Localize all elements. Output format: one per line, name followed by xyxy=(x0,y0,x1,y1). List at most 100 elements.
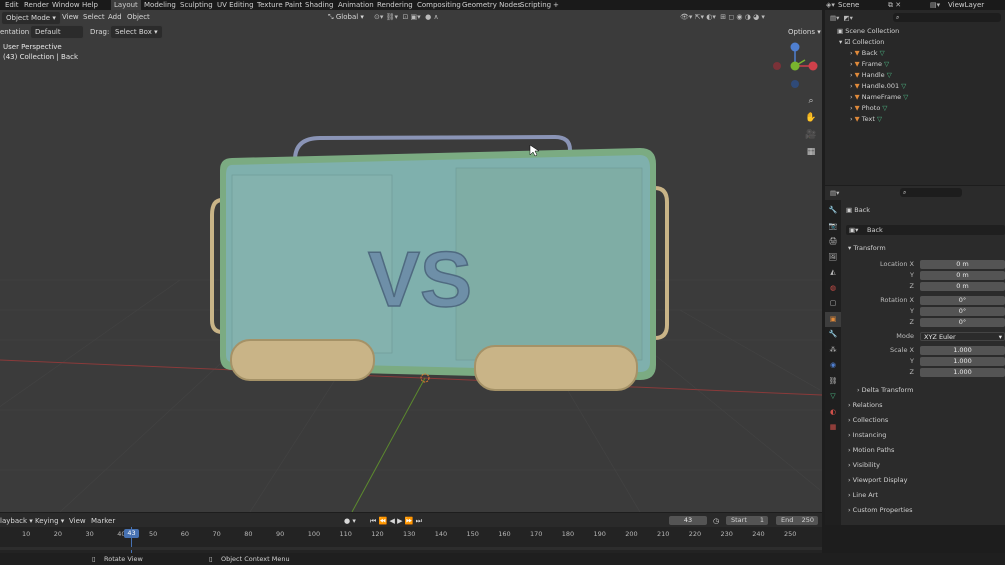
workspace-tab-layout[interactable]: Layout xyxy=(111,0,141,10)
workspace-tab-sculpting[interactable]: Sculpting xyxy=(180,0,213,10)
collection-row[interactable]: ▾ ☑ Collection xyxy=(839,37,884,47)
start-frame-field[interactable]: Start 1 xyxy=(726,516,768,525)
scene-tab-icon[interactable]: ◭ xyxy=(825,265,841,281)
playback-controls-icons[interactable]: ⏮ ⏪ ◀ ▶ ⏩ ⏭ xyxy=(370,515,422,527)
line-art-panel-header[interactable]: › Line Art xyxy=(848,488,878,502)
outliner-item-handle-001[interactable]: › ▼ Handle.001 ▽ xyxy=(850,81,906,91)
playhead-frame-label[interactable]: 43 xyxy=(124,529,139,538)
rotation-y-field[interactable]: 0° xyxy=(920,307,1005,316)
current-frame-field[interactable]: 43 xyxy=(669,516,707,525)
workspace-tab-texture-paint[interactable]: Texture Paint xyxy=(257,0,302,10)
timeline-scrollbar[interactable] xyxy=(0,547,822,550)
scale-z-field[interactable]: 1.000 xyxy=(920,368,1005,377)
outliner-search-input[interactable]: ⌕ xyxy=(893,13,1001,22)
outliner-filter-icons[interactable]: ▤▾ ◩▾ xyxy=(830,13,853,23)
custom-properties-panel-header[interactable]: › Custom Properties xyxy=(848,503,913,517)
location-x-field[interactable]: 0 m xyxy=(920,260,1005,269)
constraints-tab-icon[interactable]: ⛓ xyxy=(825,374,841,390)
options-dropdown[interactable]: Options ▾ xyxy=(788,26,821,38)
tool-tab-icon[interactable]: 🔧 xyxy=(825,203,841,219)
viewport-display-icons[interactable]: 👁▾ ⇱▾ ◐▾ ⊞ ◻ ◉ ◑ ◕ ▾ xyxy=(680,11,765,23)
workspace-tab-geometry-nodes[interactable]: Geometry Nodes xyxy=(462,0,521,10)
workspace-tab-rendering[interactable]: Rendering xyxy=(377,0,413,10)
rotation-mode-dropdown[interactable]: XYZ Euler ▾ xyxy=(920,332,1005,341)
add-workspace-button[interactable]: + xyxy=(553,0,559,10)
outliner-item-back[interactable]: › ▼ Back ▽ xyxy=(850,48,885,58)
drag-dropdown[interactable]: Select Box ▾ xyxy=(110,25,163,39)
pivot-snap-icons[interactable]: ⊙▾ ⛓▾ ⊡ ▣▾ ● ∧ xyxy=(374,11,439,23)
viewport-menu-select[interactable]: Select xyxy=(83,11,105,23)
outliner-item-text[interactable]: › ▼ Text ▽ xyxy=(850,114,882,124)
outliner-item-photo[interactable]: › ▼ Photo ▽ xyxy=(850,103,887,113)
outliner-item-frame[interactable]: › ▼ Frame ▽ xyxy=(850,59,889,69)
scale-y-field[interactable]: 1.000 xyxy=(920,357,1005,366)
workspace-tab-uv-editing[interactable]: UV Editing xyxy=(217,0,254,10)
pan-hand-icon[interactable]: ✋ xyxy=(805,110,817,127)
menu-render[interactable]: Render xyxy=(24,0,49,10)
scene-selector[interactable]: Scene xyxy=(838,0,859,10)
object-name-field[interactable]: ▣▾ Back xyxy=(846,225,1005,235)
timeline-menu-keying[interactable]: Keying ▾ xyxy=(35,515,64,527)
menu-window[interactable]: Window xyxy=(52,0,80,10)
scene-icon[interactable]: ◈▾ xyxy=(826,0,835,10)
visibility-panel-header[interactable]: › Visibility xyxy=(848,458,880,472)
material-tab-icon[interactable]: ◐ xyxy=(825,405,841,421)
viewport-display-panel-header[interactable]: › Viewport Display xyxy=(848,473,907,487)
workspace-tab-modeling[interactable]: Modeling xyxy=(144,0,176,10)
record-icon[interactable]: ● ▾ xyxy=(344,515,356,527)
zoom-icon[interactable]: ⌕ xyxy=(805,93,817,110)
workspace-tab-shading[interactable]: Shading xyxy=(305,0,333,10)
viewport-menu-add[interactable]: Add xyxy=(108,11,122,23)
transform-panel-header[interactable]: ▾ Transform xyxy=(848,241,886,255)
navigation-gizmo[interactable] xyxy=(773,42,818,89)
scene-actions-icon[interactable]: ⧉ ✕ xyxy=(888,0,901,10)
outliner-item-handle[interactable]: › ▼ Handle ▽ xyxy=(850,70,892,80)
workspace-tab-animation[interactable]: Animation xyxy=(338,0,374,10)
motion-paths-panel-header[interactable]: › Motion Paths xyxy=(848,443,894,457)
relations-panel-header[interactable]: › Relations xyxy=(848,398,883,412)
outliner-item-nameframe[interactable]: › ▼ NameFrame ▽ xyxy=(850,92,908,102)
menu-help[interactable]: Help xyxy=(82,0,98,10)
viewlayer-selector[interactable]: ViewLayer xyxy=(948,0,984,10)
data-tab-icon[interactable]: ▽ xyxy=(825,389,841,405)
transform-orientation-dropdown[interactable]: ⤡ Global ▾ xyxy=(328,11,364,23)
menu-edit[interactable]: Edit xyxy=(5,0,19,10)
viewport-menu-view[interactable]: View xyxy=(62,11,79,23)
instancing-panel-header[interactable]: › Instancing xyxy=(848,428,886,442)
modifier-tab-icon[interactable]: 🔧 xyxy=(825,327,841,343)
view-layer-tab-icon[interactable]: 🖼 xyxy=(825,250,841,266)
workspace-tab-scripting[interactable]: Scripting xyxy=(520,0,551,10)
perspective-grid-icon[interactable]: ▦ xyxy=(805,144,817,161)
output-tab-icon[interactable]: 🖨 xyxy=(825,234,841,250)
collection-checkbox-icon[interactable]: ☑ xyxy=(844,38,850,46)
collections-panel-header[interactable]: › Collections xyxy=(848,413,888,427)
3d-viewport[interactable]: VS User Perspective (43) Collection | Ba… xyxy=(0,10,822,512)
physics-tab-icon[interactable]: ◉ xyxy=(825,358,841,374)
collection-tab-icon[interactable]: ▢ xyxy=(825,296,841,312)
timeline-menu-marker[interactable]: Marker xyxy=(91,515,115,527)
clock-icon[interactable]: ◷ xyxy=(713,515,719,527)
object-tab-icon[interactable]: ▣ xyxy=(825,311,841,327)
texture-tab-icon[interactable]: ▦ xyxy=(825,420,841,436)
properties-editor-type-icon[interactable]: ▤▾ xyxy=(830,188,839,198)
location-z-field[interactable]: 0 m xyxy=(920,282,1005,291)
scale-x-field[interactable]: 1.000 xyxy=(920,346,1005,355)
scene-collection-row[interactable]: ▣ Scene Collection xyxy=(837,26,899,36)
timeline-area[interactable]: 10 20 30 40 50 60 70 80 90 100 110 120 130 140 150 160 1… xyxy=(0,527,822,553)
properties-search-input[interactable]: ⌕ xyxy=(900,188,962,197)
timeline-menu-view[interactable]: View xyxy=(69,515,86,527)
camera-view-icon[interactable]: 🎥 xyxy=(805,127,817,144)
delta-transform-subpanel[interactable]: › Delta Transform xyxy=(857,385,913,395)
workspace-tab-compositing[interactable]: Compositing xyxy=(417,0,461,10)
end-frame-field[interactable]: End 250 xyxy=(776,516,818,525)
timeline-menu-playback[interactable]: layback ▾ xyxy=(0,515,33,527)
viewlayer-icon[interactable]: ▤▾ xyxy=(930,0,940,10)
render-tab-icon[interactable]: 📷 xyxy=(825,219,841,235)
rotation-z-field[interactable]: 0° xyxy=(920,318,1005,327)
orientation-dropdown[interactable]: Default xyxy=(30,25,84,39)
viewport-menu-object[interactable]: Object xyxy=(127,11,150,23)
world-tab-icon[interactable]: ◍ xyxy=(825,281,841,297)
rotation-x-field[interactable]: 0° xyxy=(920,296,1005,305)
particles-tab-icon[interactable]: ⁂ xyxy=(825,343,841,359)
location-y-field[interactable]: 0 m xyxy=(920,271,1005,280)
